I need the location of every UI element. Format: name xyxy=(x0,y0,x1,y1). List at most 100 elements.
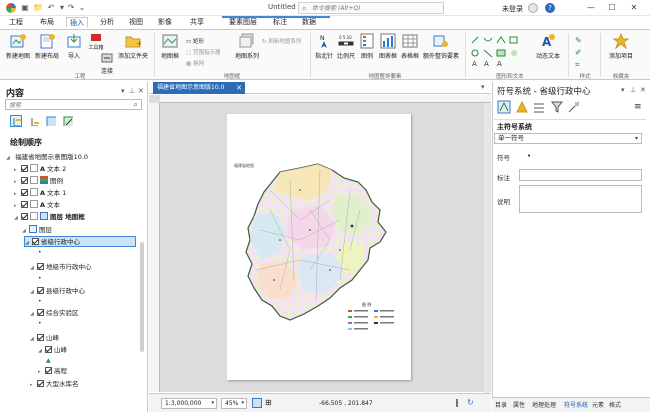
expand-icon[interactable]: ▸ xyxy=(14,177,21,188)
refresh-icon[interactable]: ↻ xyxy=(467,398,474,407)
visibility-checkbox[interactable] xyxy=(37,263,44,270)
minimize-button[interactable]: — xyxy=(585,2,597,14)
style-format-icon[interactable]: ⌗ xyxy=(575,59,582,71)
style-pencil-icon[interactable]: ✎ xyxy=(575,35,582,47)
visibility-checkbox[interactable] xyxy=(37,334,44,341)
tree-item-provincial-capital[interactable]: ◢ 省级行政中心 xyxy=(24,236,136,247)
visibility-checkbox[interactable] xyxy=(37,380,44,387)
collapse-icon[interactable]: ◢ xyxy=(30,263,37,274)
hamburger-menu-icon[interactable]: ≡ xyxy=(634,102,642,112)
chart-frame-button[interactable]: 图表框 xyxy=(377,33,399,60)
visibility-checkbox[interactable] xyxy=(37,287,44,294)
tab-imagery[interactable]: 影像 xyxy=(155,17,175,28)
fixed-zoom-icon[interactable] xyxy=(252,398,262,408)
visibility-checkbox[interactable] xyxy=(21,189,28,196)
quick-access-customize-icon[interactable]: ⌄ xyxy=(77,3,87,13)
tab-share[interactable]: 共享 xyxy=(187,17,207,28)
add-folder-button[interactable]: + 添加文件夹 xyxy=(116,33,150,60)
point-symbol-icon[interactable]: • xyxy=(38,298,42,305)
command-search-input[interactable] xyxy=(312,4,440,13)
style-brush-icon[interactable]: ✐ xyxy=(575,47,582,59)
primary-symbology-icon[interactable] xyxy=(497,100,511,114)
tab-feature-layer[interactable]: 要素图层 xyxy=(226,17,260,28)
command-search-box[interactable]: ⌕ xyxy=(298,2,444,14)
help-icon[interactable]: ? xyxy=(545,3,555,13)
tab-view[interactable]: 视图 xyxy=(126,17,146,28)
refresh-map-series-button[interactable]: ↻ 刷新地图系列 xyxy=(262,37,301,45)
vary-symbology-icon[interactable] xyxy=(515,100,529,114)
current-symbol-swatch[interactable]: • xyxy=(527,152,531,160)
user-avatar-icon[interactable] xyxy=(528,3,538,13)
redo-icon[interactable]: ↷ xyxy=(66,3,76,13)
map-frame-button[interactable]: 地图框 xyxy=(158,33,182,60)
tree-item-text2[interactable]: ▸ A 文本 2 xyxy=(14,164,66,175)
tree-item-text1[interactable]: ▸ A 文本 1 xyxy=(14,188,66,199)
add-item-button[interactable]: 添加项目 xyxy=(604,33,638,60)
import-button[interactable]: 导入 xyxy=(63,33,85,60)
tree-item-pilot-zone[interactable]: ◢ 综合实验区 xyxy=(30,308,79,319)
new-map-button[interactable]: 新建地图 xyxy=(4,33,32,60)
rectangle-button[interactable]: ▭ 矩形 xyxy=(186,37,204,45)
symbol-layer-drawing-icon[interactable] xyxy=(532,100,546,114)
label-field[interactable] xyxy=(519,169,642,181)
undo-icon[interactable]: ↶ xyxy=(46,3,56,13)
layout-options-icon[interactable]: ⊞ xyxy=(265,398,275,408)
pane-options-icon[interactable]: ▾ xyxy=(621,86,625,94)
tab-list-icon[interactable]: ▾ xyxy=(481,83,485,91)
tab-analysis[interactable]: 分析 xyxy=(97,17,117,28)
draw-order-icon[interactable] xyxy=(10,115,22,127)
tree-item-map-frame[interactable]: ◢ 图层 地图框 xyxy=(14,212,85,223)
tab-properties[interactable]: 属性 xyxy=(513,400,525,409)
tree-item-elevation[interactable]: ▸ 高程 xyxy=(38,366,67,377)
maximize-button[interactable]: ☐ xyxy=(606,2,618,14)
collapse-icon[interactable]: ◢ xyxy=(6,153,13,164)
contents-filter-input[interactable] xyxy=(9,101,119,109)
dynamic-text-button[interactable]: A 动态文本 xyxy=(532,33,564,60)
expand-icon[interactable]: ▸ xyxy=(30,380,37,391)
legend-graphic[interactable] xyxy=(348,310,398,336)
map-frame-graphic[interactable] xyxy=(240,160,400,330)
pause-drawing-icon[interactable]: ‖ xyxy=(455,398,459,407)
scale-bar-button[interactable]: 0 5 10 比例尺 xyxy=(335,33,357,60)
visibility-checkbox[interactable] xyxy=(37,309,44,316)
visibility-checkbox[interactable] xyxy=(45,346,52,353)
collapse-icon[interactable]: ◢ xyxy=(25,238,32,249)
capital-marker[interactable] xyxy=(350,224,354,228)
collapse-icon[interactable]: ◢ xyxy=(30,309,37,320)
layout-view-tab[interactable]: 福建省地图示意图版10.0 ✕ xyxy=(153,82,245,94)
tab-close-icon[interactable]: ✕ xyxy=(236,82,242,94)
tree-item-prefecture-capital[interactable]: ◢ 地级市行政中心 xyxy=(30,262,92,273)
collapse-icon[interactable]: ◢ xyxy=(38,346,45,357)
pin-icon[interactable]: ⊥ xyxy=(129,87,135,95)
pane-close-icon[interactable]: ✕ xyxy=(138,87,144,95)
save-icon[interactable]: ▣ xyxy=(20,3,30,13)
contents-filter-box[interactable]: ⌕ xyxy=(5,99,142,110)
collapse-icon[interactable]: ◢ xyxy=(30,287,37,298)
visibility-checkbox[interactable] xyxy=(32,238,39,245)
expand-icon[interactable]: ▸ xyxy=(38,367,45,378)
legend-title[interactable]: 图 例 xyxy=(362,302,371,308)
map-series-button[interactable]: 地图系列 xyxy=(232,33,262,60)
extra-elements-button[interactable]: 额外整饰要素 xyxy=(421,33,461,60)
tab-catalog[interactable]: 目录 xyxy=(495,400,507,409)
label-options-icon[interactable] xyxy=(567,100,581,114)
primary-symbology-select[interactable]: 单一符号 ▾ xyxy=(494,133,642,144)
tab-data[interactable]: 数据 xyxy=(299,17,319,28)
tab-symbology[interactable]: 符号系统 xyxy=(564,400,588,409)
editing-icon[interactable] xyxy=(62,115,74,127)
collapse-icon[interactable]: ◢ xyxy=(30,334,37,345)
visibility-checkbox[interactable] xyxy=(21,177,28,184)
expand-icon[interactable]: ▸ xyxy=(14,189,21,200)
triangle-symbol-icon[interactable]: ▲ xyxy=(46,357,51,364)
grid-button[interactable]: ▦ 格网 xyxy=(186,59,204,67)
tab-project[interactable]: 工程 xyxy=(6,17,26,28)
zoom-selector[interactable]: 45% ▾ xyxy=(221,398,247,409)
layout-vertical-scrollbar[interactable] xyxy=(484,103,490,393)
tab-labeling[interactable]: 标注 xyxy=(270,17,290,28)
expand-icon[interactable]: ▸ xyxy=(14,165,21,176)
tree-item-legend[interactable]: ▸ 图例 xyxy=(14,176,63,187)
visibility-checkbox[interactable] xyxy=(45,367,52,374)
data-source-icon[interactable] xyxy=(28,115,40,127)
styles-gallery[interactable]: ✎ ✐ ⌗ xyxy=(575,35,582,71)
tree-map-root[interactable]: ◢ 福建省地图示意图版10.0 xyxy=(6,152,88,163)
